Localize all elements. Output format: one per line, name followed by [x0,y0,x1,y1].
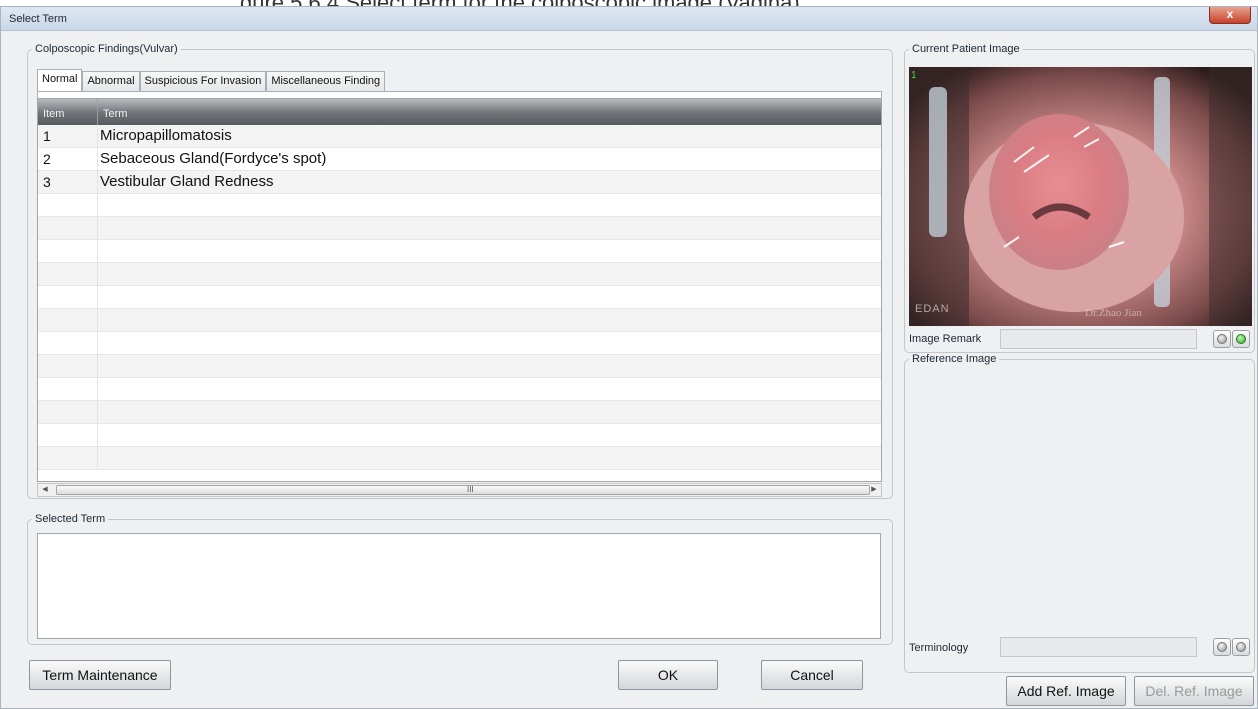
patient-image-legend: Current Patient Image [912,43,1020,55]
watermark-left: EDAN [915,303,950,315]
terminology-label: Terminology [909,642,969,654]
tab-suspicious-for-invasion[interactable]: Suspicious For Invasion [139,71,267,91]
row-item: 3 [38,171,98,193]
column-header-term[interactable]: Term [98,99,127,125]
empty-row [38,240,881,263]
empty-row [38,401,881,424]
terminology-next-button[interactable] [1232,638,1250,656]
term-maintenance-button[interactable]: Term Maintenance [29,660,171,690]
column-header-item[interactable]: Item [38,99,98,125]
title-bar: Select Term x [1,7,1257,31]
tab-abnormal[interactable]: Abnormal [82,71,140,91]
row-item: 1 [38,125,98,147]
table-header: Item Term [38,99,881,125]
tab-miscellaneous-finding[interactable]: Miscellaneous Finding [266,71,386,91]
next-circle-icon [1236,334,1246,344]
empty-row [38,309,881,332]
image-remark-field[interactable] [1000,329,1197,349]
tab-normal[interactable]: Normal [37,69,83,92]
tab-panel-edge [37,91,882,98]
scroll-grip: III [467,485,474,494]
reference-image-group: Reference Image [904,353,1255,673]
row-item: 2 [38,148,98,170]
empty-row [38,424,881,447]
add-ref-image-button[interactable]: Add Ref. Image [1006,676,1126,706]
next-circle-icon [1236,642,1246,652]
empty-row [38,378,881,401]
table-row[interactable]: 1 Micropapillomatosis [38,125,881,148]
row-term: Micropapillomatosis [100,127,232,144]
select-term-dialog: Select Term x Colposcopic Findings(Vulva… [0,6,1258,709]
colposcopy-photo [909,67,1252,326]
patient-image[interactable]: 1 EDAN Dr.Zhao Jian [909,67,1252,326]
selected-term-field[interactable] [37,533,881,639]
del-ref-image-button[interactable]: Del. Ref. Image [1134,676,1254,706]
empty-row [38,263,881,286]
empty-row [38,286,881,309]
empty-row [38,194,881,217]
scroll-left-icon[interactable]: ◀ [38,484,52,496]
prev-circle-icon [1217,642,1227,652]
horizontal-scrollbar[interactable]: ◀ III ▶ [37,483,882,497]
selected-term-legend: Selected Term [35,513,106,525]
terms-table: Item Term 1 Micropapillomatosis 2 Sebace… [37,98,882,482]
empty-row [38,355,881,378]
cancel-button[interactable]: Cancel [761,660,863,690]
close-button[interactable]: x [1209,7,1251,24]
scroll-thumb[interactable]: III [56,485,870,495]
row-term: Sebaceous Gland(Fordyce's spot) [100,150,327,167]
terminology-field[interactable] [1000,637,1197,657]
findings-legend: Colposcopic Findings(Vulvar) [35,43,178,55]
reference-image-legend: Reference Image [912,353,997,365]
watermark-right: Dr.Zhao Jian [1085,307,1142,319]
prev-circle-icon [1217,334,1227,344]
image-remark-label: Image Remark [909,333,982,345]
empty-row [38,217,881,240]
terminology-prev-button[interactable] [1213,638,1231,656]
findings-tabs: Normal Abnormal Suspicious For Invasion … [37,69,386,92]
ok-button[interactable]: OK [618,660,718,690]
row-term: Vestibular Gland Redness [100,173,274,190]
table-row[interactable]: 3 Vestibular Gland Redness [38,171,881,194]
window-title: Select Term [9,13,67,25]
scroll-right-icon[interactable]: ▶ [867,484,881,496]
table-body: 1 Micropapillomatosis 2 Sebaceous Gland(… [38,125,881,470]
empty-row [38,332,881,355]
remark-next-button[interactable] [1232,330,1250,348]
empty-row [38,447,881,470]
remark-prev-button[interactable] [1213,330,1231,348]
image-index: 1 [911,70,917,81]
table-row[interactable]: 2 Sebaceous Gland(Fordyce's spot) [38,148,881,171]
